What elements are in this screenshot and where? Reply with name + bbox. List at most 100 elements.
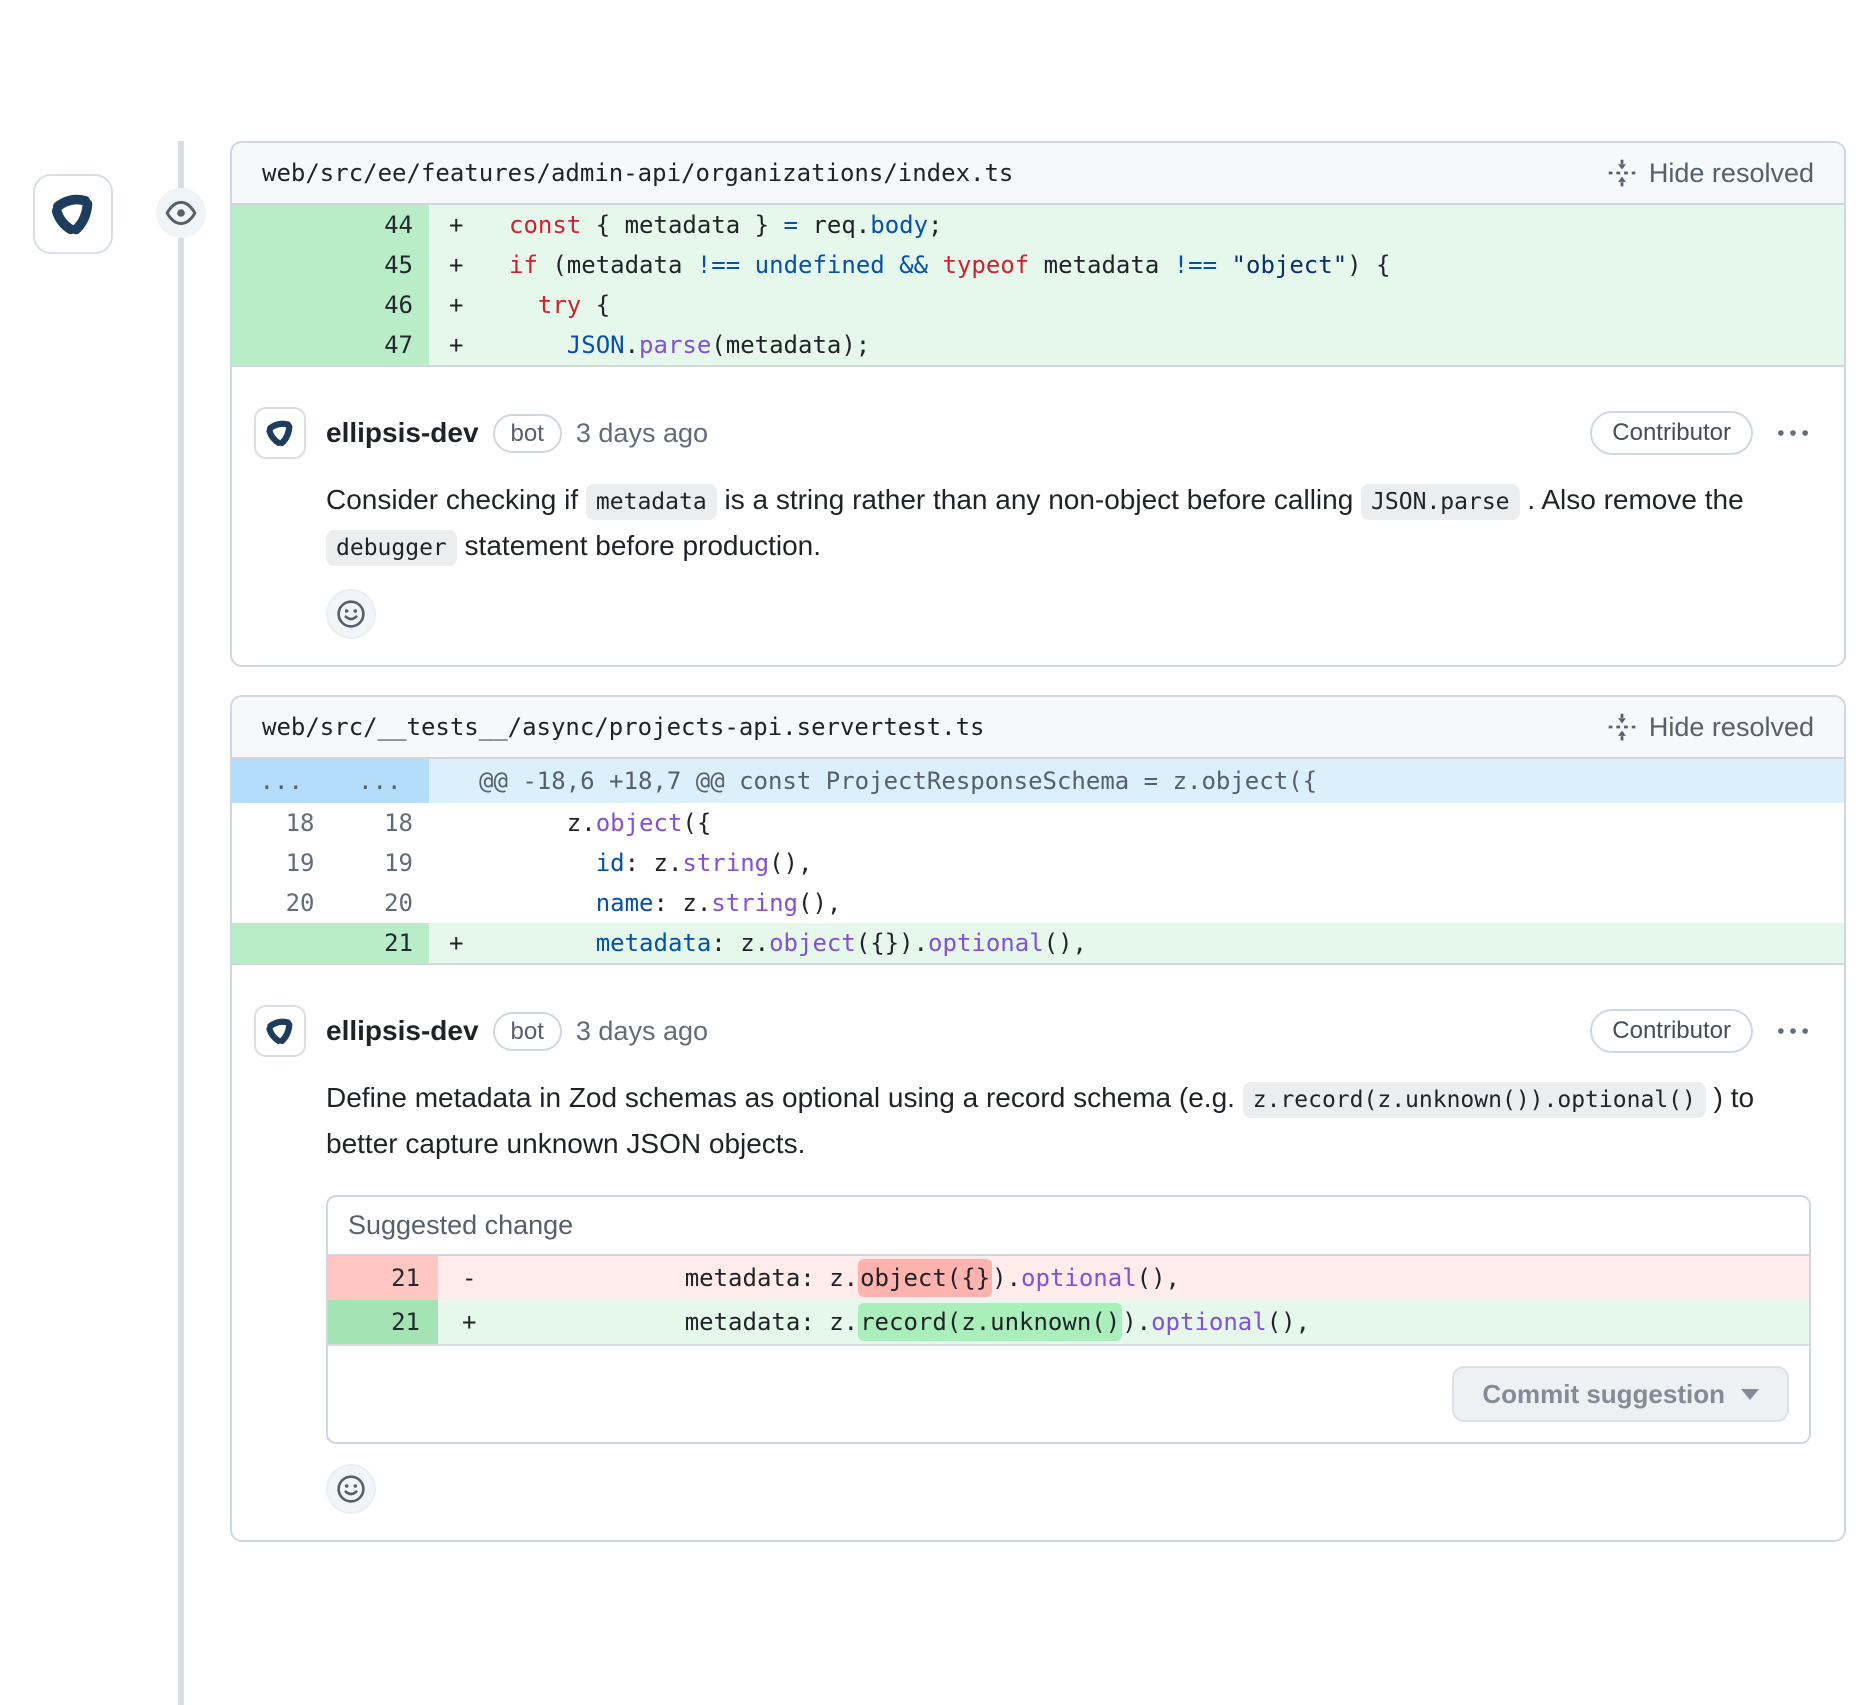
code-token: [509, 849, 596, 877]
code-token: metadata: [1029, 251, 1174, 279]
diff-code-line: z.object({: [429, 803, 1844, 843]
diff-gutter: 46: [232, 285, 429, 325]
comment-avatar[interactable]: [254, 1005, 306, 1057]
bot-badge: bot: [493, 414, 562, 453]
diff-gutter: 44: [232, 205, 429, 245]
comment-author[interactable]: ellipsis-dev: [326, 417, 479, 449]
code-token: try: [538, 291, 581, 319]
diff-code-line: metadata: z.object({}).optional(),: [429, 923, 1844, 963]
new-line-number: 20: [331, 883, 430, 923]
old-line-number: [232, 325, 331, 365]
new-line-number: 21: [331, 923, 430, 963]
smiley-icon: [336, 599, 366, 629]
code-token: ({: [682, 809, 711, 837]
diff-code-cell: + try {: [429, 285, 1844, 325]
diff-code-line: if (metadata !== undefined && typeof met…: [429, 245, 1844, 285]
suggestion-code-cell: - metadata: z.object({}).optional(),: [438, 1256, 1809, 1300]
code-token: record(z.unknown(): [858, 1303, 1122, 1341]
review-threads-container: web/src/ee/features/admin-api/organizati…: [230, 141, 1846, 1542]
code-token: (),: [1044, 929, 1087, 957]
fold-icon: [1607, 158, 1637, 188]
smiley-icon: [336, 1474, 366, 1504]
code-token: !==: [697, 251, 740, 279]
code-token: (),: [1267, 1308, 1310, 1336]
code-token: [509, 291, 538, 319]
inline-code-chip: JSON.parse: [1361, 484, 1519, 520]
code-token: parse: [639, 331, 711, 359]
diff-marker: +: [449, 205, 463, 245]
comment-timestamp[interactable]: 3 days ago: [576, 1016, 708, 1047]
commit-suggestion-button[interactable]: Commit suggestion: [1452, 1366, 1789, 1422]
code-token: (),: [798, 889, 841, 917]
code-token: optional: [1021, 1264, 1137, 1292]
code-token: metadata: z.: [598, 1264, 858, 1292]
contributor-badge: Contributor: [1590, 1009, 1753, 1053]
review-comment: ellipsis-devbot3 days agoContributorCons…: [232, 367, 1844, 665]
code-token: (metadata);: [711, 331, 870, 359]
old-line-number: [232, 205, 331, 245]
suggested-change-label: Suggested change: [328, 1197, 1809, 1256]
code-token: (),: [769, 849, 812, 877]
diff-marker: +: [449, 923, 463, 963]
hide-resolved-button[interactable]: Hide resolved: [1607, 158, 1814, 189]
contributor-badge: Contributor: [1590, 411, 1753, 455]
diff-code-line: @@ -18,6 +18,7 @@ const ProjectResponseS…: [429, 759, 1844, 803]
code-token: @@ -18,6 +18,7 @@ const ProjectResponseS…: [479, 767, 1317, 795]
comment-header: ellipsis-devbot3 days agoContributor: [254, 1005, 1811, 1057]
review-thread-card: web/src/__tests__/async/projects-api.ser…: [230, 695, 1846, 1542]
comment-avatar[interactable]: [254, 407, 306, 459]
comment-timestamp[interactable]: 3 days ago: [576, 418, 708, 449]
code-token: string: [682, 849, 769, 877]
code-token: JSON: [567, 331, 625, 359]
diff-code-cell: @@ -18,6 +18,7 @@ const ProjectResponseS…: [429, 759, 1844, 803]
code-token: [740, 251, 754, 279]
comment-header: ellipsis-dev bot 3 days ago Contributor: [254, 407, 1811, 459]
code-token: object: [596, 809, 683, 837]
new-line-number: 44: [331, 205, 430, 245]
code-token: undefined: [755, 251, 885, 279]
code-token: : z.: [654, 889, 712, 917]
diff-row: 2020 name: z.string(),: [232, 883, 1844, 923]
file-path[interactable]: web/src/__tests__/async/projects-api.ser…: [262, 713, 984, 741]
comment-menu-button[interactable]: [1775, 1013, 1811, 1049]
diff-code-cell: + metadata: z.object({}).optional(),: [429, 923, 1844, 963]
comment-author[interactable]: ellipsis-dev: [326, 1015, 479, 1047]
add-reaction-button[interactable]: [326, 1464, 376, 1514]
code-token: !==: [1174, 251, 1217, 279]
suggestion-diff-row: 21+ metadata: z.record(z.unknown()).opti…: [328, 1300, 1809, 1344]
diff-file-header: web/src/__tests__/async/projects-api.ser…: [232, 697, 1844, 759]
code-token: metadata: z.: [598, 1308, 858, 1336]
diff-gutter: 1818: [232, 803, 429, 843]
new-line-number: 19: [331, 843, 430, 883]
code-token: if: [509, 251, 538, 279]
code-token: [928, 251, 942, 279]
file-path[interactable]: web/src/ee/features/admin-api/organizati…: [262, 159, 1013, 187]
old-line-number: 18: [232, 803, 331, 843]
code-token: ;: [928, 211, 942, 239]
diff-gutter: ......: [232, 759, 429, 803]
old-line-number: [232, 245, 331, 285]
code-token: [509, 929, 596, 957]
inline-code-chip: debugger: [326, 530, 457, 566]
diff-table: 44+const { metadata } = req.body;45+if (…: [232, 205, 1844, 367]
reviewer-avatar[interactable]: [33, 174, 113, 254]
code-token: {: [581, 291, 610, 319]
code-token: ) {: [1347, 251, 1390, 279]
diff-code-line: name: z.string(),: [429, 883, 1844, 923]
comment-menu-button[interactable]: [1775, 415, 1811, 451]
add-reaction-button[interactable]: [326, 589, 376, 639]
old-line-number: 20: [232, 883, 331, 923]
hide-resolved-button[interactable]: Hide resolved: [1607, 712, 1814, 743]
code-token: object: [769, 929, 856, 957]
diff-row: 1919 id: z.string(),: [232, 843, 1844, 883]
diff-gutter: 1919: [232, 843, 429, 883]
diff-code-cell: +const { metadata } = req.body;: [429, 205, 1844, 245]
code-token: typeof: [943, 251, 1030, 279]
comment-body: Define metadata in Zod schemas as option…: [326, 1075, 1811, 1167]
diff-gutter: 2020: [232, 883, 429, 923]
code-token: optional: [1151, 1308, 1267, 1336]
suggestion-code-cell: + metadata: z.record(z.unknown()).option…: [438, 1300, 1809, 1344]
old-line-number: ...: [232, 759, 331, 803]
review-thread-card: web/src/ee/features/admin-api/organizati…: [230, 141, 1846, 667]
code-token: z.: [509, 809, 596, 837]
